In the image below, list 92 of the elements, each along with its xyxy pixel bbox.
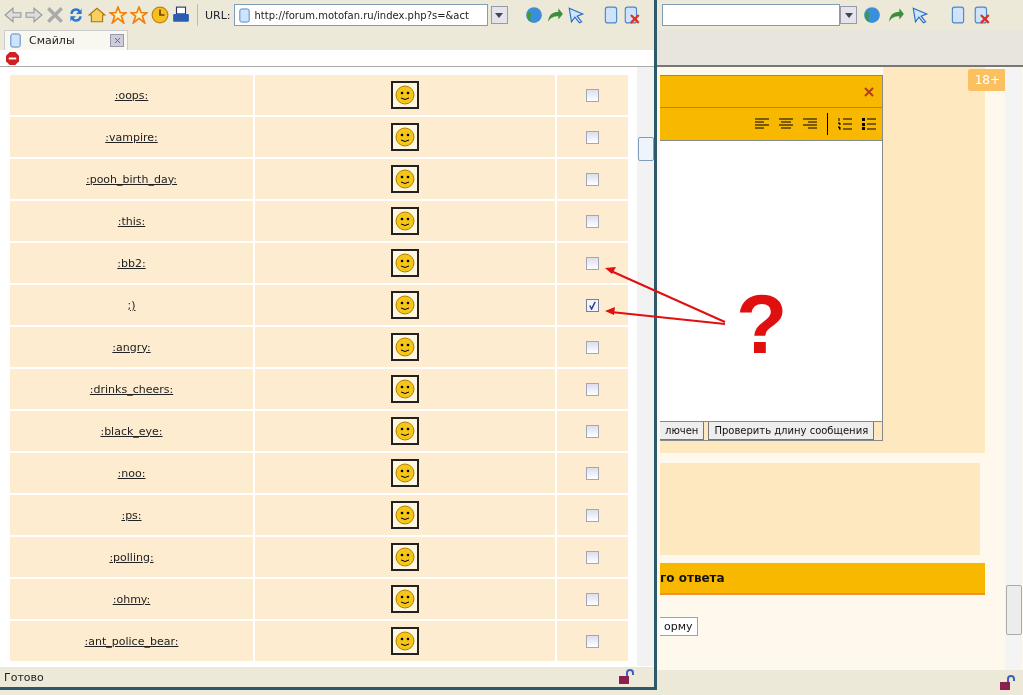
- scroll-thumb[interactable]: [1006, 585, 1022, 635]
- form-button[interactable]: Проверить длину сообщения: [708, 422, 875, 440]
- smiley-code-link[interactable]: :ps:: [121, 508, 142, 522]
- smiley-icon[interactable]: [391, 459, 419, 487]
- smiley-icon[interactable]: [391, 501, 419, 529]
- align-left-icon[interactable]: [755, 118, 769, 130]
- checkbox[interactable]: [586, 340, 599, 354]
- align-right-icon[interactable]: [803, 118, 817, 130]
- checkbox[interactable]: [586, 634, 599, 648]
- close-page-icon[interactable]: [973, 6, 991, 24]
- status-text: Готово: [4, 670, 44, 684]
- question-mark: ?: [736, 282, 788, 366]
- back-icon[interactable]: [4, 6, 22, 24]
- smiley-icon[interactable]: [391, 291, 419, 319]
- bullet-list-icon[interactable]: [862, 118, 876, 130]
- smiley-icon[interactable]: [391, 165, 419, 193]
- dropdown-button[interactable]: [490, 6, 508, 24]
- section-title: го ответа: [660, 571, 725, 585]
- globe-icon[interactable]: [863, 6, 881, 24]
- page-icon[interactable]: [949, 6, 967, 24]
- smiley-code-link[interactable]: :pooh_birth_day:: [85, 172, 178, 186]
- numbered-list-icon[interactable]: [838, 118, 852, 130]
- form-button[interactable]: лючен: [660, 422, 705, 440]
- align-center-icon[interactable]: [779, 118, 793, 130]
- checkbox[interactable]: [586, 382, 599, 396]
- form-button[interactable]: орму: [660, 617, 698, 636]
- globe-icon[interactable]: [524, 6, 543, 24]
- lock-icon: [999, 674, 1015, 691]
- adblock-icon[interactable]: [6, 51, 19, 65]
- checkbox[interactable]: [586, 550, 599, 564]
- smiley-code-link[interactable]: ;): [127, 298, 136, 312]
- checkbox[interactable]: [586, 214, 599, 228]
- checkbox[interactable]: [586, 130, 599, 144]
- smiley-code-link[interactable]: :angry:: [112, 340, 151, 354]
- smiley-code-link[interactable]: :ohmy:: [112, 592, 151, 606]
- scrollbar[interactable]: [637, 67, 654, 666]
- printer-icon[interactable]: [172, 6, 190, 24]
- checkbox[interactable]: [586, 424, 599, 438]
- checkbox[interactable]: [586, 298, 599, 312]
- caret-icon: [495, 12, 504, 18]
- smiley-icon[interactable]: [391, 375, 419, 403]
- star-icon[interactable]: [109, 6, 127, 24]
- lock-icon: [618, 669, 634, 685]
- checkbox[interactable]: [586, 592, 599, 606]
- caret-icon: [844, 12, 853, 18]
- smiley-icon[interactable]: [391, 585, 419, 613]
- close-page-icon[interactable]: [622, 6, 641, 24]
- url-field[interactable]: [662, 4, 840, 26]
- scrollbar[interactable]: [1005, 67, 1022, 670]
- cursor-icon[interactable]: [911, 6, 929, 24]
- url-field[interactable]: http://forum.motofan.ru/index.php?s=&act: [233, 4, 488, 26]
- refresh-icon[interactable]: [67, 6, 85, 24]
- smiley-icon[interactable]: [391, 123, 419, 151]
- smiley-icon[interactable]: [391, 333, 419, 361]
- smiley-code-link[interactable]: :polling:: [109, 550, 154, 564]
- page-icon: [236, 7, 252, 23]
- smiley-code-link[interactable]: :vampire:: [105, 130, 158, 144]
- checkbox[interactable]: [586, 508, 599, 522]
- smiley-code-link[interactable]: :noo:: [117, 466, 146, 480]
- browser-tab[interactable]: Смайлы: [4, 30, 128, 50]
- close-icon: [113, 37, 121, 44]
- arrow-icon[interactable]: [545, 6, 564, 24]
- checkbox[interactable]: [586, 256, 599, 270]
- smiley-code-link[interactable]: :this:: [117, 214, 146, 228]
- close-icon[interactable]: [864, 86, 874, 97]
- smiley-code-link[interactable]: :oops:: [114, 88, 149, 102]
- dropdown-button[interactable]: [840, 6, 857, 24]
- checkbox[interactable]: [586, 88, 599, 102]
- smiley-icon[interactable]: [391, 417, 419, 445]
- star-icon[interactable]: [130, 6, 148, 24]
- smiley-code-link[interactable]: :bb2:: [117, 256, 146, 270]
- close-tab-button[interactable]: [110, 34, 124, 47]
- cursor-icon[interactable]: [566, 6, 585, 24]
- smiley-icon[interactable]: [391, 81, 419, 109]
- smiley-icon[interactable]: [391, 249, 419, 277]
- smiley-icon[interactable]: [391, 627, 419, 655]
- smiley-icon[interactable]: [391, 543, 419, 571]
- forward-icon[interactable]: [25, 6, 43, 24]
- scroll-thumb[interactable]: [638, 137, 654, 161]
- smiley-code-link[interactable]: :black_eye:: [100, 424, 163, 438]
- home-icon[interactable]: [88, 6, 106, 24]
- smiley-code-link[interactable]: :drinks_cheers:: [89, 382, 174, 396]
- stop-icon[interactable]: [46, 6, 64, 24]
- smiley-code-link[interactable]: :ant_police_bear:: [84, 634, 179, 648]
- url-label: URL:: [205, 8, 231, 22]
- arrow-icon[interactable]: [887, 6, 905, 24]
- clock-icon[interactable]: [151, 6, 169, 24]
- checkbox[interactable]: [586, 172, 599, 186]
- checkbox[interactable]: [586, 466, 599, 480]
- page-icon: [8, 33, 23, 48]
- age-badge: 18+: [967, 69, 1007, 91]
- smiley-icon[interactable]: [391, 207, 419, 235]
